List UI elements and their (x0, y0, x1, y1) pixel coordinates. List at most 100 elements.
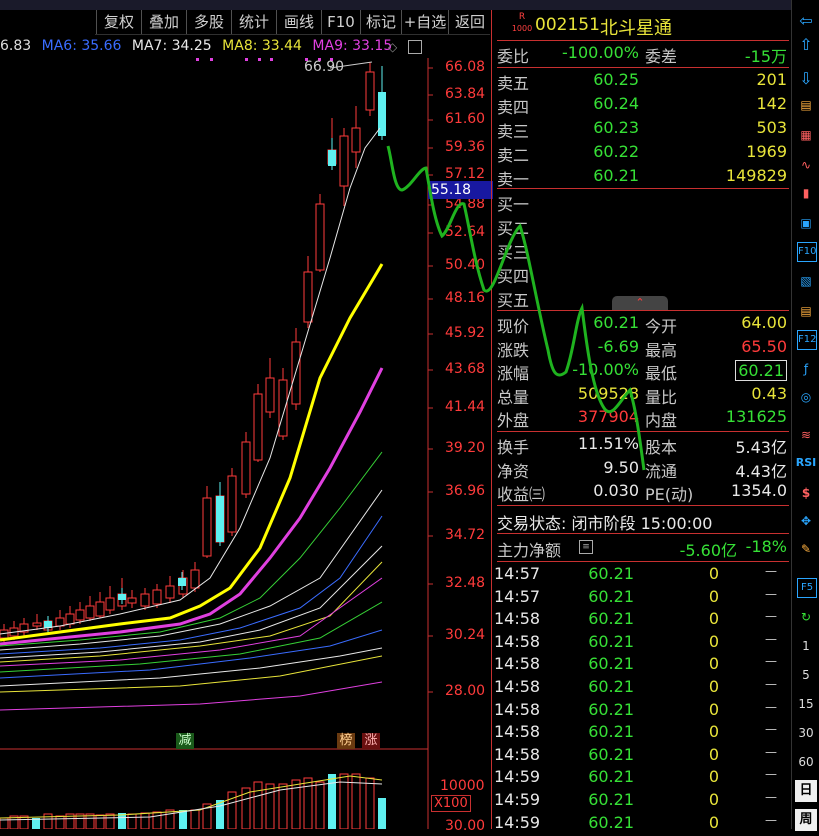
tick-volume: 0 (708, 654, 719, 674)
arrow-down-icon[interactable]: ⇩ (795, 68, 817, 90)
stat-value: -6.69 (597, 336, 639, 356)
document-sidebar-icon[interactable]: ▤ (795, 300, 817, 322)
main-flow-row[interactable]: 主力净额 ≡ -5.60亿 -18% (497, 537, 789, 560)
ask-row[interactable]: 卖二 60.22 1969 (497, 142, 789, 165)
tick-volume: 0 (708, 586, 719, 606)
candle-up (365, 71, 375, 111)
bid-label: 买五 (497, 291, 530, 310)
bid-label: 买三 (497, 243, 530, 262)
stat-value: 60.21 (593, 313, 639, 332)
tick-direction: — (765, 790, 777, 804)
price-axis-label: 41.44 (445, 399, 486, 415)
price-axis-label: 32.48 (445, 575, 486, 591)
grid-icon[interactable]: ▦ (795, 124, 817, 146)
mark-button[interactable]: 标记 (360, 10, 401, 34)
period-button[interactable]: 5 (795, 664, 817, 686)
draw-line-button[interactable]: 画线 (276, 10, 321, 34)
volume-bar (253, 781, 263, 829)
fundamental-label: 换手 (497, 438, 530, 457)
period-button[interactable]: 15 (795, 693, 817, 715)
volume-bar (55, 815, 65, 829)
volume-bar (378, 798, 386, 829)
stat-value-2: 60.21 (735, 360, 787, 381)
diamond-icon[interactable]: ◇ (388, 40, 397, 54)
period-button[interactable]: 日 (795, 780, 817, 802)
f10-button[interactable]: F10 (321, 10, 360, 34)
period-button[interactable]: 30 (795, 722, 817, 744)
candle-up (65, 613, 75, 625)
wave-icon[interactable]: ≋ (795, 424, 817, 446)
stat-row: 涨跌 -6.69 最高 65.50 (497, 337, 789, 360)
pen-icon[interactable]: ✎ (795, 538, 817, 560)
f5-sidebar-button[interactable]: F5 (797, 578, 817, 598)
panel-toggle-icon[interactable] (408, 40, 422, 54)
money-icon[interactable]: $ (795, 482, 817, 504)
function-icon[interactable]: ƒ (795, 358, 817, 380)
f12-sidebar-button[interactable]: F12 (797, 330, 817, 350)
ask-row[interactable]: 卖一 60.21 149829 (497, 166, 789, 189)
arrow-left-icon[interactable]: ⇦ (795, 10, 817, 32)
volume-bar (95, 814, 105, 829)
weicha-label: 委差 (645, 47, 678, 66)
chart-sidebar-icon[interactable]: ▧ (795, 270, 817, 292)
candle-icon[interactable]: ▮ (795, 182, 817, 204)
fundamental-row: 收益㈢ 0.030 PE(动) 1354.0 (497, 481, 789, 504)
divider (497, 505, 789, 506)
candle-up (95, 601, 105, 617)
doc-icon[interactable]: ▤ (795, 94, 817, 116)
limit-up-tag[interactable]: 涨 (362, 733, 380, 749)
bid-row[interactable]: 买二 (497, 215, 789, 238)
stats-button[interactable]: 统计 (231, 10, 276, 34)
candle-down (328, 150, 336, 166)
fundamental-label-2: 流通 (645, 461, 678, 481)
period-button[interactable]: 周 (795, 809, 817, 831)
overlay-button[interactable]: 叠加 (141, 10, 186, 34)
tick-time: 14:58 (494, 744, 541, 764)
tick-time: 14:58 (494, 609, 541, 629)
reduce-tag[interactable]: 减 (176, 733, 194, 749)
ask-price: 60.25 (593, 70, 639, 89)
ask-label: 卖一 (497, 170, 530, 189)
ask-row[interactable]: 卖四 60.24 142 (497, 94, 789, 117)
ranking-tag[interactable]: 榜 (337, 733, 355, 749)
move-icon[interactable]: ✥ (795, 510, 817, 532)
candle-up (202, 497, 212, 557)
ask-row[interactable]: 卖五 60.25 201 (497, 70, 789, 93)
tick-row: 14:58 60.21 0 — (494, 632, 789, 655)
divider (497, 67, 789, 68)
refresh-icon[interactable]: ↻ (795, 606, 817, 628)
tick-price: 60.21 (588, 699, 634, 719)
period-button[interactable]: 60 (795, 751, 817, 773)
tick-direction: — (765, 631, 777, 646)
price-axis-label: 52.64 (445, 224, 486, 240)
stat-label-2: 今开 (645, 317, 678, 336)
circle-icon[interactable]: ◎ (795, 386, 817, 408)
rsi-sidebar-button[interactable]: RSI (795, 452, 817, 474)
ask-row[interactable]: 卖三 60.23 503 (497, 118, 789, 141)
kline-chart[interactable] (0, 58, 490, 829)
expand-tab[interactable]: ⌃ (612, 296, 668, 310)
period-button[interactable]: 1 (795, 635, 817, 657)
multi-stock-button[interactable]: 多股 (186, 10, 231, 34)
f10-sidebar-button[interactable]: F10 (797, 242, 817, 262)
list-icon[interactable]: ≡ (579, 540, 593, 554)
bid-row[interactable]: 买四 (497, 263, 789, 286)
tick-time: 14:58 (494, 722, 541, 742)
tick-time: 14:59 (494, 767, 541, 787)
legend-dot (196, 58, 199, 61)
stock-code: 002151 (535, 15, 600, 35)
ask-label: 卖二 (497, 146, 530, 165)
fundamental-label: 收益㈢ (497, 485, 546, 504)
volume-bar (216, 800, 224, 829)
candle-up (152, 589, 162, 605)
fuquan-button[interactable]: 复权 (96, 10, 141, 34)
arrow-up-icon[interactable]: ⇧ (795, 34, 817, 56)
divider (497, 310, 789, 311)
bid-row[interactable]: 买三 (497, 239, 789, 262)
candle-up (105, 597, 115, 611)
line-chart-icon[interactable]: ∿ (795, 154, 817, 176)
window-icon[interactable]: ▣ (795, 212, 817, 234)
stat-value: 377904 (577, 407, 639, 426)
tick-time: 14:57 (494, 564, 541, 583)
bid-row[interactable]: 买一 (497, 191, 789, 214)
